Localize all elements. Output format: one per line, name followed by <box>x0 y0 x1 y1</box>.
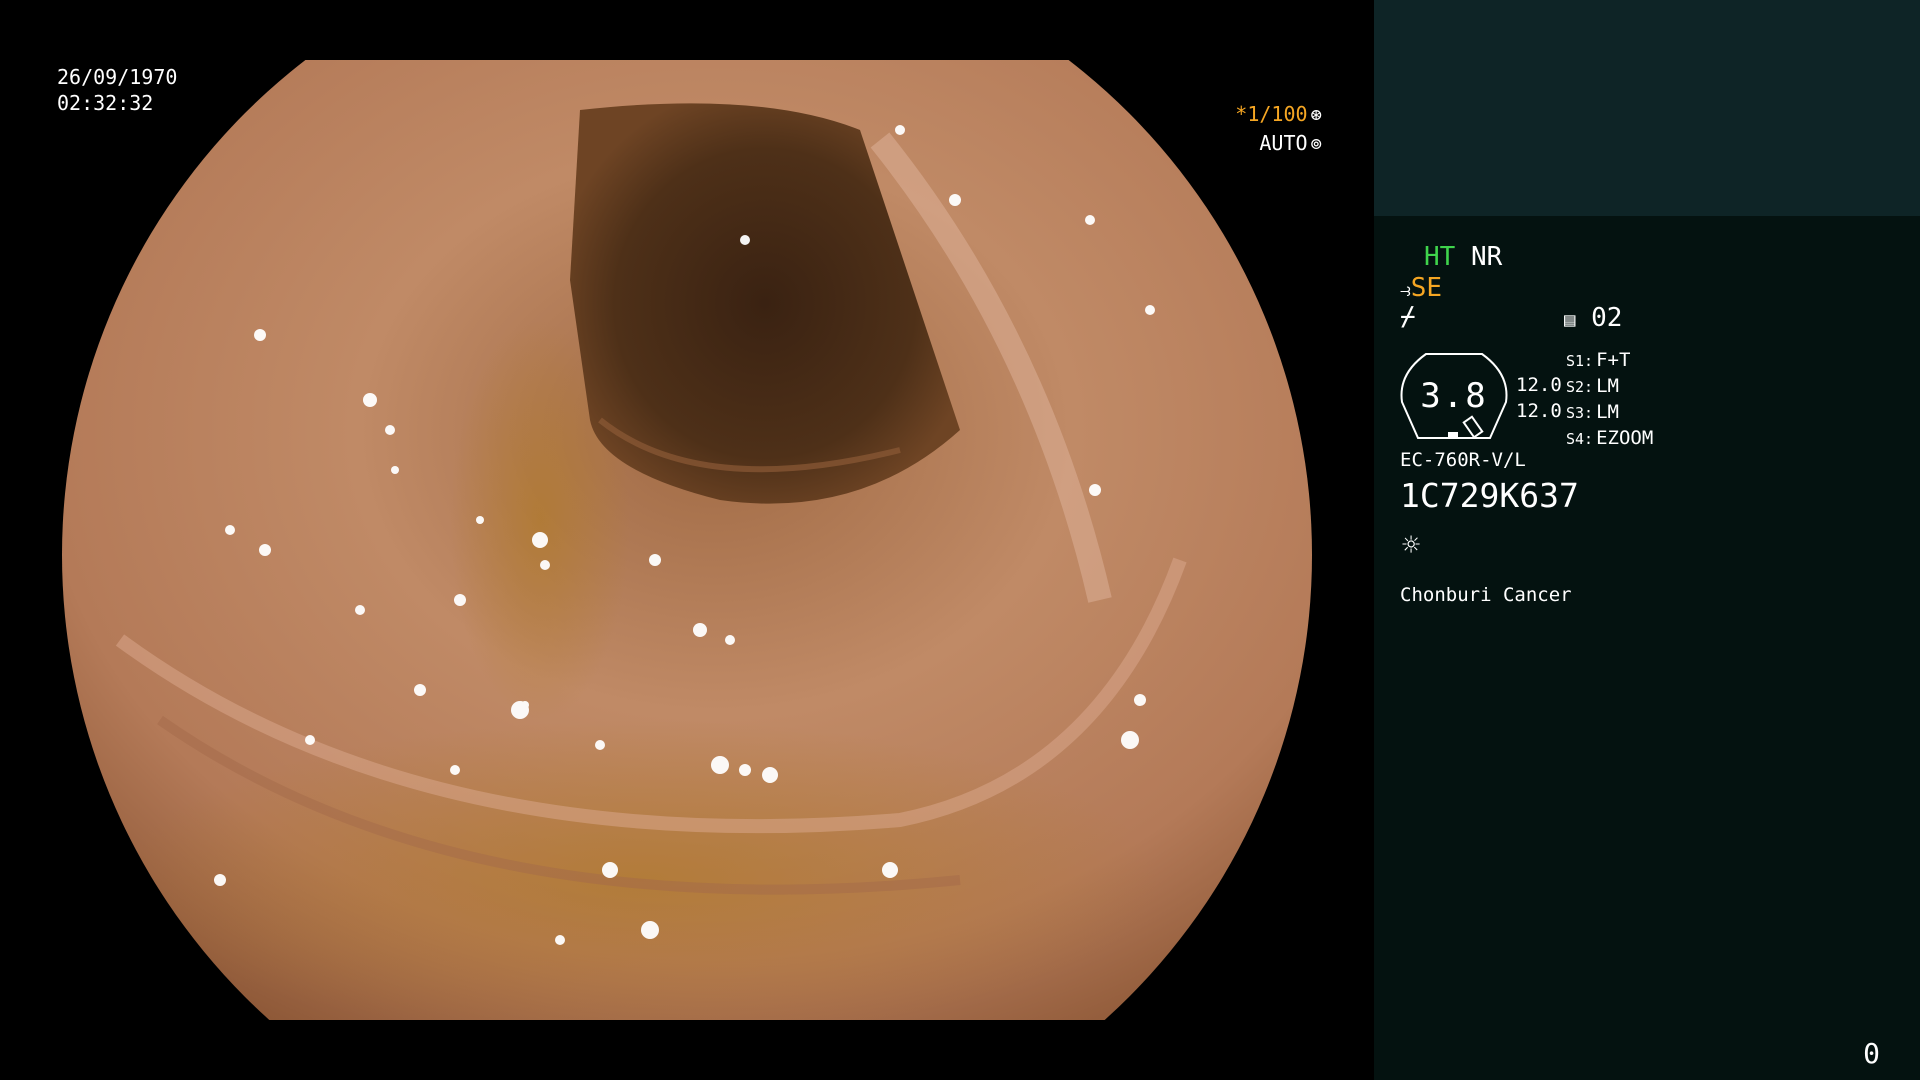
gauge-reading-2: 12.0 <box>1516 400 1562 422</box>
aperture-icon: ⊛ <box>1310 104 1322 126</box>
iris-mode: AUTO <box>1259 131 1308 155</box>
scope-model: EC-760R-V/L <box>1400 449 1526 471</box>
se-row: ⥽SE <box>1400 273 1442 303</box>
shutter-settings: *1/100 ⊛ AUTO ⊚ <box>1235 100 1322 158</box>
ht-indicator: HT <box>1424 242 1456 272</box>
iris-row: AUTO ⊚ <box>1235 129 1322 158</box>
endoscope-view: 26/09/1970 02:32:32 *1/100 ⊛ AUTO ⊚ <box>0 0 1374 1080</box>
info-panel: HT NR ⥽SE ⌿ ▤ 02 3.8 12.0 12.0 S1: F+T S2… <box>1374 0 1920 1080</box>
switch-row: S2: LM <box>1566 375 1619 397</box>
gauge-readings: 12.0 12.0 <box>1516 372 1562 424</box>
gauge: 3.8 <box>1398 352 1510 440</box>
date: 26/09/1970 <box>57 65 178 89</box>
cable-icon: ⥽ <box>1400 279 1411 301</box>
hospital-name: Chonburi Cancer <box>1400 584 1572 606</box>
processing-modes: HT NR <box>1424 242 1502 272</box>
se-indicator: SE <box>1410 273 1443 303</box>
date-time: 26/09/1970 02:32:32 <box>57 64 177 116</box>
switch-list: S1: F+T S2: LM S3: LM S4: EZOOM <box>1566 348 1653 452</box>
light-source-icon: ☼ <box>1402 528 1421 563</box>
endoscopic-image <box>62 60 1312 1020</box>
time: 02:32:32 <box>57 91 154 115</box>
memory-row: ▤ 02 <box>1564 303 1622 333</box>
switch-row: S1: F+T <box>1566 349 1631 371</box>
panel-header-area <box>1374 0 1920 216</box>
freeze-icon: ⌿ <box>1400 302 1416 332</box>
iris-icon: ⊚ <box>1310 133 1322 155</box>
shutter-speed-row: *1/100 ⊛ <box>1235 100 1322 129</box>
nr-indicator: NR <box>1470 242 1503 272</box>
memory-card-icon: ▤ <box>1564 309 1576 331</box>
image-counter: 0 <box>1863 1037 1880 1070</box>
scope-serial: 1C729K637 <box>1400 476 1579 515</box>
memory-number: 02 <box>1591 303 1623 333</box>
shutter-speed: *1/100 <box>1235 102 1308 126</box>
gauge-reading-1: 12.0 <box>1516 374 1562 396</box>
gauge-value: 3.8 <box>1420 376 1488 416</box>
switch-row: S4: EZOOM <box>1566 427 1654 449</box>
switch-row: S3: LM <box>1566 401 1619 423</box>
